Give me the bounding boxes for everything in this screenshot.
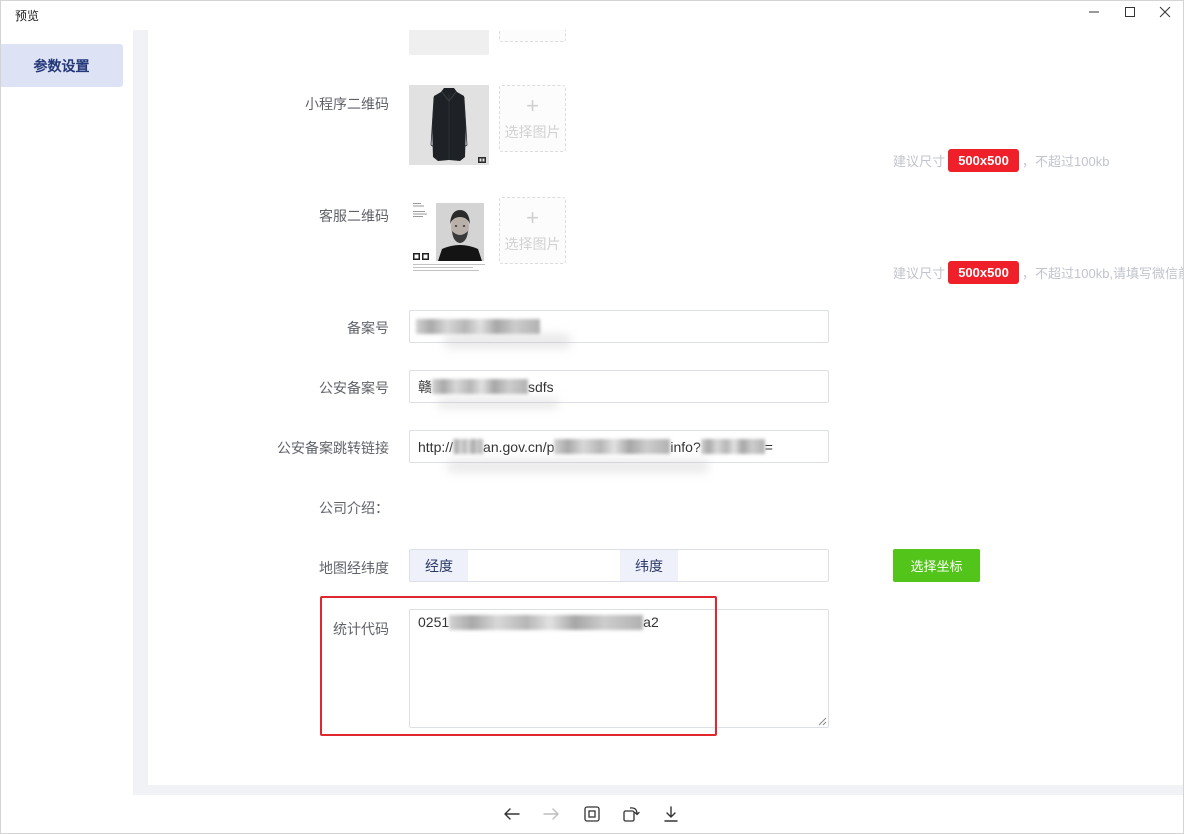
maximize-icon[interactable] xyxy=(1123,5,1137,19)
plus-icon: + xyxy=(526,93,539,118)
input-value-end: sdfs xyxy=(528,378,554,395)
police-record-number-label: 公安备案号 xyxy=(319,380,389,396)
upload-label: 选择图片 xyxy=(504,124,561,140)
hint-prefix: 建议尺寸 xyxy=(893,153,946,169)
service-qr-upload-button[interactable]: + 选择图片 xyxy=(499,197,566,264)
redaction-blur xyxy=(554,439,671,454)
longitude-input[interactable] xyxy=(468,550,620,581)
window-title: 预览 xyxy=(15,9,40,23)
fit-screen-icon[interactable] xyxy=(583,805,601,823)
input-value-part: = xyxy=(764,438,773,455)
textarea-line: 0251 a2 xyxy=(418,612,820,632)
police-record-link-label: 公安备案跳转链接 xyxy=(277,440,389,456)
redaction-blur xyxy=(453,439,484,454)
service-qr-size-hint: 建议尺寸 500x500 ，不超过100kb,请填写微信前 xyxy=(893,260,1184,284)
map-coordinates-label: 地图经纬度 xyxy=(319,560,389,576)
size-badge: 500x500 xyxy=(948,148,1020,172)
longitude-addon: 经度 xyxy=(410,550,468,581)
input-value-part: an.gov.cn/p xyxy=(483,438,555,455)
settings-form-card: 小程序二维码 + 选择图片 建议尺寸 500x500 ，不超过100kb 客服二… xyxy=(148,30,1184,785)
input-value-part: http:// xyxy=(418,438,454,455)
sidebar-item-parameter-settings[interactable]: 参数设置 xyxy=(0,44,123,87)
redaction-blur xyxy=(449,614,644,630)
icp-number-input[interactable] xyxy=(409,310,829,343)
textarea-value-start: 0251 xyxy=(418,614,450,630)
input-value-start: 赣 xyxy=(418,378,432,395)
mini-program-qr-image xyxy=(409,85,489,165)
download-icon[interactable] xyxy=(662,805,680,823)
viewer-toolbar xyxy=(133,795,1184,834)
textarea-value-end: a2 xyxy=(643,614,659,630)
hint-prefix: 建议尺寸 xyxy=(893,265,946,281)
arrow-left-icon[interactable] xyxy=(503,805,521,823)
police-record-link-input[interactable]: http:// an.gov.cn/p info? = xyxy=(409,430,829,463)
map-coordinates-input-group: 经度 纬度 xyxy=(409,549,829,582)
hint-suffix: ，不超过100kb,请填写微信前 xyxy=(1022,265,1184,281)
close-icon[interactable] xyxy=(1158,5,1172,19)
previous-image-thumbnail xyxy=(409,30,489,55)
preview-window: 预览 参数设置 小程序二维码 + 选择图片 建议尺寸 500x500 ，不超过1… xyxy=(0,0,1184,834)
service-qr-image xyxy=(409,197,489,277)
latitude-addon: 纬度 xyxy=(620,550,678,581)
pick-coordinates-button[interactable]: 选择坐标 xyxy=(893,549,980,582)
upload-label: 选择图片 xyxy=(504,236,561,252)
mini-program-qr-label: 小程序二维码 xyxy=(305,96,389,112)
size-badge: 500x500 xyxy=(948,260,1020,284)
stats-code-textarea[interactable]: 0251 a2 xyxy=(409,609,829,728)
latitude-input[interactable] xyxy=(678,550,828,581)
sidebar: 参数设置 xyxy=(0,30,133,834)
mini-program-qr-size-hint: 建议尺寸 500x500 ，不超过100kb xyxy=(893,148,1109,172)
sidebar-item-label: 参数设置 xyxy=(33,57,90,74)
resize-handle-icon[interactable] xyxy=(817,716,827,726)
title-bar: 预览 xyxy=(0,0,1184,30)
stats-code-label: 统计代码 xyxy=(333,621,389,637)
previous-upload-box[interactable] xyxy=(499,30,566,42)
minimize-icon[interactable] xyxy=(1087,5,1101,19)
mini-program-qr-upload-button[interactable]: + 选择图片 xyxy=(499,85,566,152)
company-intro-label: 公司介绍： xyxy=(319,500,389,516)
rotate-icon[interactable] xyxy=(622,805,640,823)
redaction-blur xyxy=(416,319,540,334)
police-record-number-input[interactable]: 赣 sdfs xyxy=(409,370,829,403)
hint-suffix: ，不超过100kb xyxy=(1022,153,1110,169)
plus-icon: + xyxy=(526,205,539,230)
icp-number-label: 备案号 xyxy=(347,320,389,336)
redaction-blur xyxy=(432,379,528,394)
service-qr-label: 客服二维码 xyxy=(319,208,389,224)
input-value-part: info? xyxy=(670,438,701,455)
redaction-blur xyxy=(700,439,765,454)
arrow-right-icon[interactable] xyxy=(542,805,560,823)
